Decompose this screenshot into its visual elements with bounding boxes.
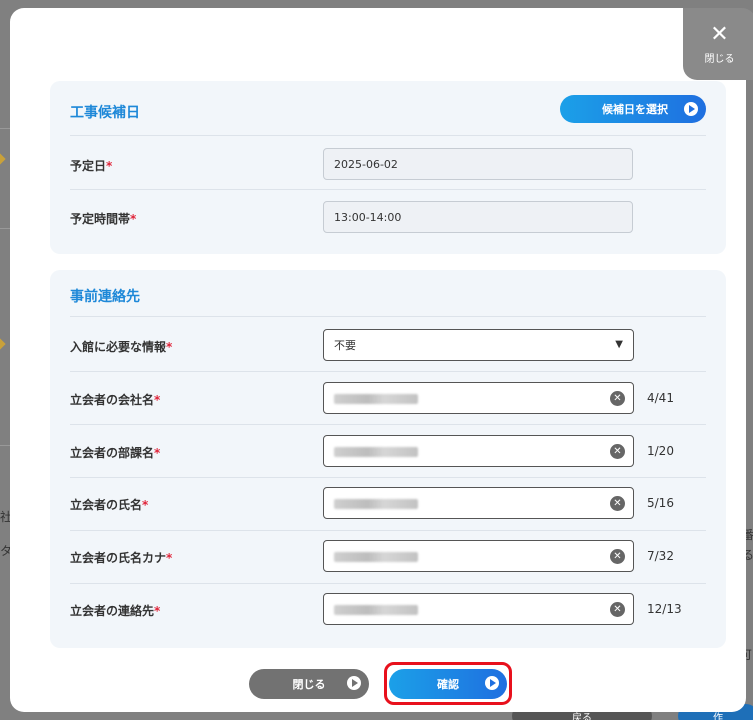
- time-label: 予定時間帯*: [70, 210, 136, 227]
- name-label-text: 立会者の氏名: [70, 498, 143, 512]
- clear-icon[interactable]: ✕: [610, 391, 625, 406]
- phone-input[interactable]: ✕: [323, 593, 634, 625]
- play-icon: [684, 102, 698, 116]
- schedule-title: 工事候補日: [70, 105, 140, 121]
- pick-date-label: 候補日を選択: [602, 103, 668, 116]
- kana-label-text: 立会者の氏名カナ: [70, 551, 167, 565]
- entry-label: 入館に必要な情報*: [70, 338, 172, 355]
- redacted-value: [334, 447, 418, 457]
- clear-icon[interactable]: ✕: [610, 602, 625, 617]
- clear-icon[interactable]: ✕: [610, 496, 625, 511]
- divider: [70, 135, 706, 136]
- kana-input[interactable]: ✕: [323, 540, 634, 572]
- schedule-modal: ✕ 閉じる 工事候補日 候補日を選択 予定日* 2025-06-02 予定時間帯…: [10, 8, 753, 712]
- entry-label-text: 入館に必要な情報: [70, 340, 167, 354]
- name-counter: 5/16: [647, 496, 674, 510]
- modal-close-label: 閉じる: [704, 53, 735, 65]
- date-field: 2025-06-02: [323, 148, 633, 180]
- bg-diamond-icon: [0, 338, 6, 350]
- entry-select[interactable]: 不要 ▼: [323, 329, 634, 361]
- date-value: 2025-06-02: [334, 157, 398, 171]
- divider: [70, 316, 706, 317]
- divider: [70, 477, 706, 478]
- redacted-value: [334, 499, 418, 509]
- time-field: 13:00-14:00: [323, 201, 633, 233]
- caret-down-icon: ▼: [615, 339, 623, 350]
- company-label: 立会者の会社名*: [70, 391, 160, 408]
- phone-label-text: 立会者の連絡先: [70, 604, 155, 618]
- required-mark: *: [154, 604, 161, 618]
- company-label-text: 立会者の会社名: [70, 393, 155, 407]
- required-mark: *: [142, 498, 149, 512]
- divider: [70, 530, 706, 531]
- schedule-card: 工事候補日 候補日を選択 予定日* 2025-06-02 予定時間帯* 13:0…: [50, 81, 726, 254]
- department-input[interactable]: ✕: [323, 435, 634, 467]
- required-mark: *: [166, 551, 173, 565]
- entry-value: 不要: [334, 339, 356, 352]
- time-label-text: 予定時間帯: [70, 212, 131, 226]
- modal-close-button[interactable]: ✕ 閉じる: [683, 8, 753, 80]
- pick-date-button[interactable]: 候補日を選択: [560, 95, 706, 123]
- play-icon: [347, 676, 361, 690]
- clear-icon[interactable]: ✕: [610, 549, 625, 564]
- required-mark: *: [130, 212, 137, 226]
- close-icon: ✕: [710, 21, 729, 47]
- clear-icon[interactable]: ✕: [610, 444, 625, 459]
- name-label: 立会者の氏名*: [70, 496, 148, 513]
- department-label: 立会者の部課名*: [70, 444, 160, 461]
- date-label: 予定日*: [70, 157, 112, 174]
- department-counter: 1/20: [647, 444, 674, 458]
- close-label: 閉じる: [292, 678, 326, 691]
- redacted-value: [334, 552, 418, 562]
- bg-diamond-icon: [0, 153, 6, 165]
- redacted-value: [334, 605, 418, 615]
- confirm-button[interactable]: 確認: [389, 669, 507, 699]
- required-mark: *: [154, 446, 161, 460]
- kana-label: 立会者の氏名カナ*: [70, 549, 172, 566]
- divider: [70, 371, 706, 372]
- company-counter: 4/41: [647, 391, 674, 405]
- contact-title: 事前連絡先: [70, 289, 140, 305]
- date-label-text: 予定日: [70, 159, 107, 173]
- phone-counter: 12/13: [647, 602, 682, 616]
- required-mark: *: [154, 393, 161, 407]
- contact-card: 事前連絡先 入館に必要な情報* 不要 ▼ 立会者の会社名* ✕ 4/41 立会者…: [50, 270, 726, 648]
- play-icon: [485, 676, 499, 690]
- required-mark: *: [106, 159, 113, 173]
- divider: [70, 424, 706, 425]
- phone-label: 立会者の連絡先*: [70, 602, 160, 619]
- divider: [70, 189, 706, 190]
- close-button[interactable]: 閉じる: [249, 669, 369, 699]
- name-input[interactable]: ✕: [323, 487, 634, 519]
- company-input[interactable]: ✕: [323, 382, 634, 414]
- redacted-value: [334, 394, 418, 404]
- department-label-text: 立会者の部課名: [70, 446, 155, 460]
- divider: [70, 583, 706, 584]
- confirm-label: 確認: [437, 678, 459, 691]
- kana-counter: 7/32: [647, 549, 674, 563]
- required-mark: *: [166, 340, 173, 354]
- time-value: 13:00-14:00: [334, 210, 402, 224]
